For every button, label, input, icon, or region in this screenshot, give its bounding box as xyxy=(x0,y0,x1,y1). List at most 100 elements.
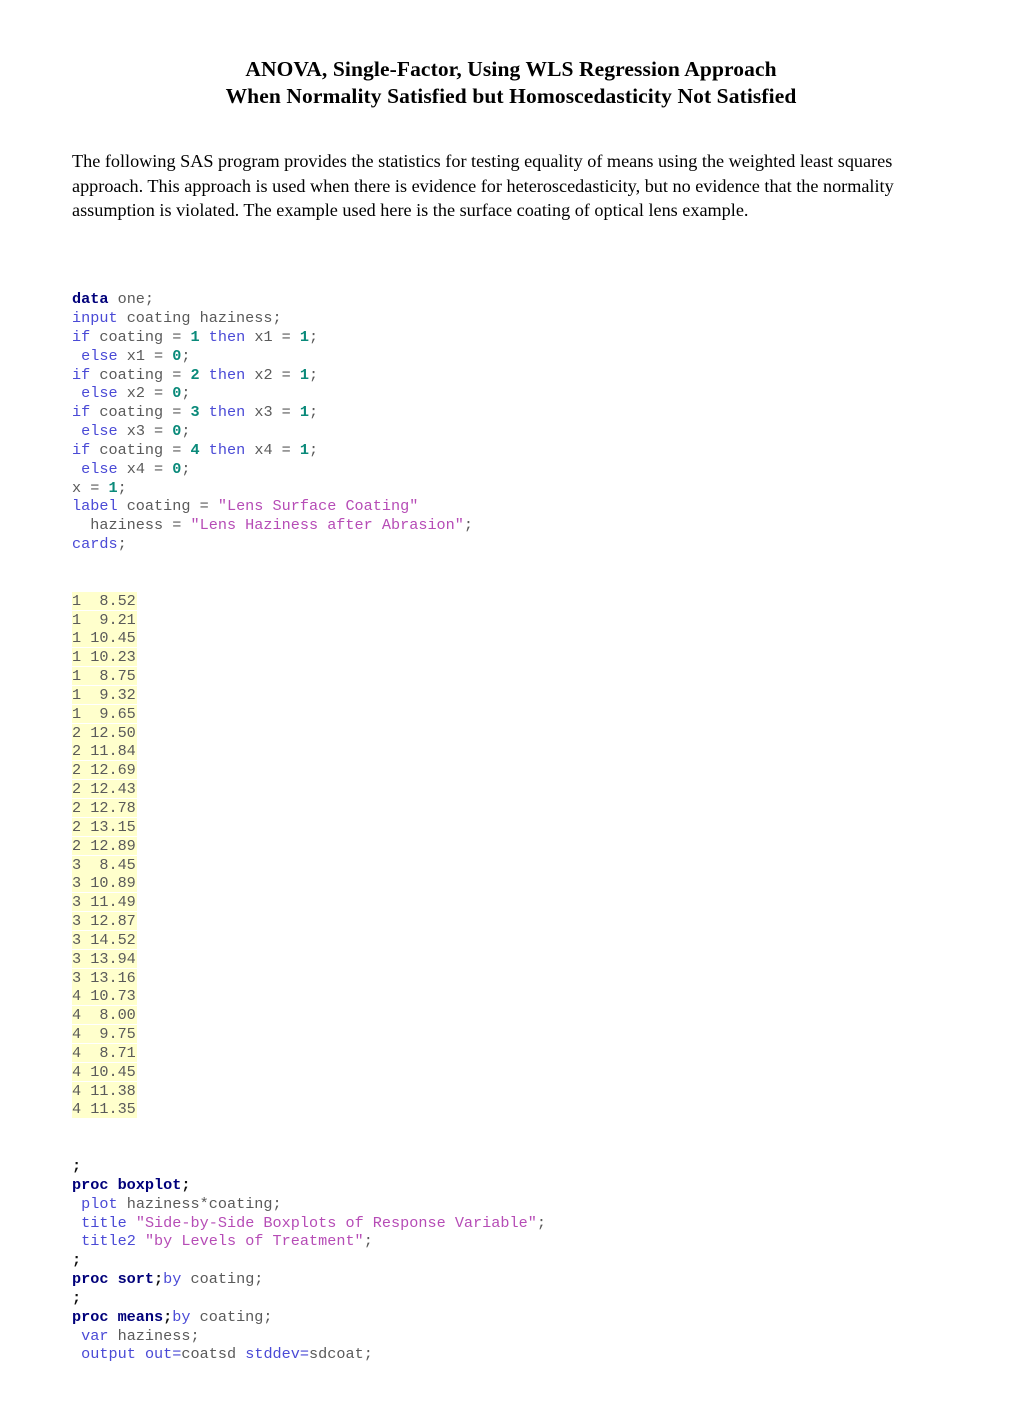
code-line: data one; xyxy=(72,290,950,309)
data-row: 4 11.38 xyxy=(72,1081,950,1101)
code-token: input xyxy=(72,309,118,328)
data-row: 3 13.16 xyxy=(72,968,950,988)
code-line: plot haziness*coating; xyxy=(72,1195,950,1214)
code-line: input coating haziness; xyxy=(72,309,950,328)
data-row: 3 11.49 xyxy=(72,893,950,912)
data-row-value: 4 8.71 xyxy=(72,1043,137,1062)
code-token: plot xyxy=(81,1194,118,1213)
code-token: ; xyxy=(536,1213,546,1232)
code-token: haziness*coating; xyxy=(117,1194,282,1213)
code-token: ; xyxy=(181,384,191,403)
code-line: proc boxplot; xyxy=(72,1176,950,1195)
code-token: x = xyxy=(72,478,109,497)
data-row-value: 4 10.45 xyxy=(72,1062,137,1081)
code-token: 1 xyxy=(299,327,310,346)
code-token: x4 = xyxy=(117,459,173,478)
data-row-value: 2 12.43 xyxy=(72,780,137,799)
data-row-value: 4 11.38 xyxy=(72,1081,137,1100)
code-token: x3 = xyxy=(245,403,300,422)
code-token: var xyxy=(81,1326,109,1345)
code-token: title xyxy=(81,1213,127,1232)
intro-paragraph: The following SAS program provides the s… xyxy=(72,151,894,220)
code-line: if coating = 4 then x4 = 1; xyxy=(72,441,950,460)
page-title-line-2: When Normality Satisfied but Homoscedast… xyxy=(225,84,797,108)
code-token: ; xyxy=(117,478,127,497)
data-row-value: 3 14.52 xyxy=(72,930,137,949)
data-row-value: 2 12.89 xyxy=(72,836,137,855)
data-row: 2 12.89 xyxy=(72,836,950,856)
code-token: by xyxy=(172,1307,191,1326)
data-row-value: 3 10.89 xyxy=(72,874,137,893)
code-line: title "Side-by-Side Boxplots of Response… xyxy=(72,1214,950,1233)
code-token: ; xyxy=(117,535,127,554)
code-line: cards; xyxy=(72,535,950,554)
data-row-value: 1 9.21 xyxy=(72,610,137,629)
code-line: output out=coatsd stddev=sdcoat; xyxy=(72,1345,950,1364)
code-token: 1 xyxy=(299,440,310,459)
code-token: x1 = xyxy=(245,327,300,346)
data-row-value: 2 12.78 xyxy=(72,798,137,817)
data-row-value: 4 10.73 xyxy=(72,987,137,1006)
code-token: ; xyxy=(181,422,191,441)
code-token: then xyxy=(208,327,246,346)
code-token: ; xyxy=(463,516,474,535)
data-row-value: 1 9.32 xyxy=(72,685,137,704)
code-token: if xyxy=(72,365,91,384)
data-row-value: 2 11.84 xyxy=(72,742,137,761)
code-token: ; xyxy=(181,1175,191,1194)
code-line: haziness = "Lens Haziness after Abrasion… xyxy=(72,516,950,535)
data-row: 1 10.23 xyxy=(72,648,950,667)
code-token: coating; xyxy=(181,1270,264,1289)
code-token: coating = xyxy=(90,365,191,384)
code-line: if coating = 1 then x1 = 1; xyxy=(72,328,950,347)
data-row: 4 11.35 xyxy=(72,1100,950,1119)
data-row-value: 3 13.16 xyxy=(72,968,137,987)
page-title-line-1: ANOVA, Single-Factor, Using WLS Regressi… xyxy=(245,57,777,81)
data-row: 2 12.78 xyxy=(72,798,950,818)
code-token: coating = xyxy=(90,327,191,346)
code-token: 1 xyxy=(108,478,118,497)
code-token: ; xyxy=(154,1270,164,1289)
code-token: else xyxy=(81,422,118,441)
data-row: 4 10.45 xyxy=(72,1062,950,1082)
code-token: 2 xyxy=(190,365,200,384)
code-token: "Lens Surface Coating" xyxy=(217,497,419,516)
data-row-value: 3 13.94 xyxy=(72,949,137,968)
code-section-procedures: ; proc boxplot; plot haziness*coating; ti… xyxy=(72,1157,950,1364)
code-token: "Lens Haziness after Abrasion" xyxy=(190,516,464,535)
code-token: proc sort xyxy=(72,1270,155,1289)
code-token: 4 xyxy=(190,440,200,459)
data-row-value: 1 10.45 xyxy=(72,629,137,648)
code-token: x3 = xyxy=(117,422,173,441)
data-row: 2 11.84 xyxy=(72,742,950,761)
code-token: 1 xyxy=(299,403,310,422)
code-line: proc means;by coating; xyxy=(72,1308,950,1327)
data-row: 4 8.71 xyxy=(72,1043,950,1063)
code-line: proc sort;by coating; xyxy=(72,1270,950,1289)
code-token: if xyxy=(72,440,91,459)
code-token: ; xyxy=(181,459,191,478)
code-token: one; xyxy=(108,290,155,309)
code-token: ; xyxy=(72,1251,82,1270)
code-token: by xyxy=(163,1270,182,1289)
data-row: 3 14.52 xyxy=(72,930,950,950)
code-token: coating = xyxy=(90,440,191,459)
code-token: coating haziness; xyxy=(117,309,282,328)
data-row: 2 13.15 xyxy=(72,817,950,837)
code-line: else x1 = 0; xyxy=(72,347,950,366)
code-token: output xyxy=(81,1345,136,1364)
data-row: 1 8.52 xyxy=(72,591,950,611)
code-token: ; xyxy=(363,1232,373,1251)
code-token: if xyxy=(72,327,91,346)
code-token: cards xyxy=(72,535,118,554)
data-row: 3 13.94 xyxy=(72,949,950,969)
data-row: 3 8.45 xyxy=(72,855,950,875)
code-token: x2 = xyxy=(117,384,173,403)
